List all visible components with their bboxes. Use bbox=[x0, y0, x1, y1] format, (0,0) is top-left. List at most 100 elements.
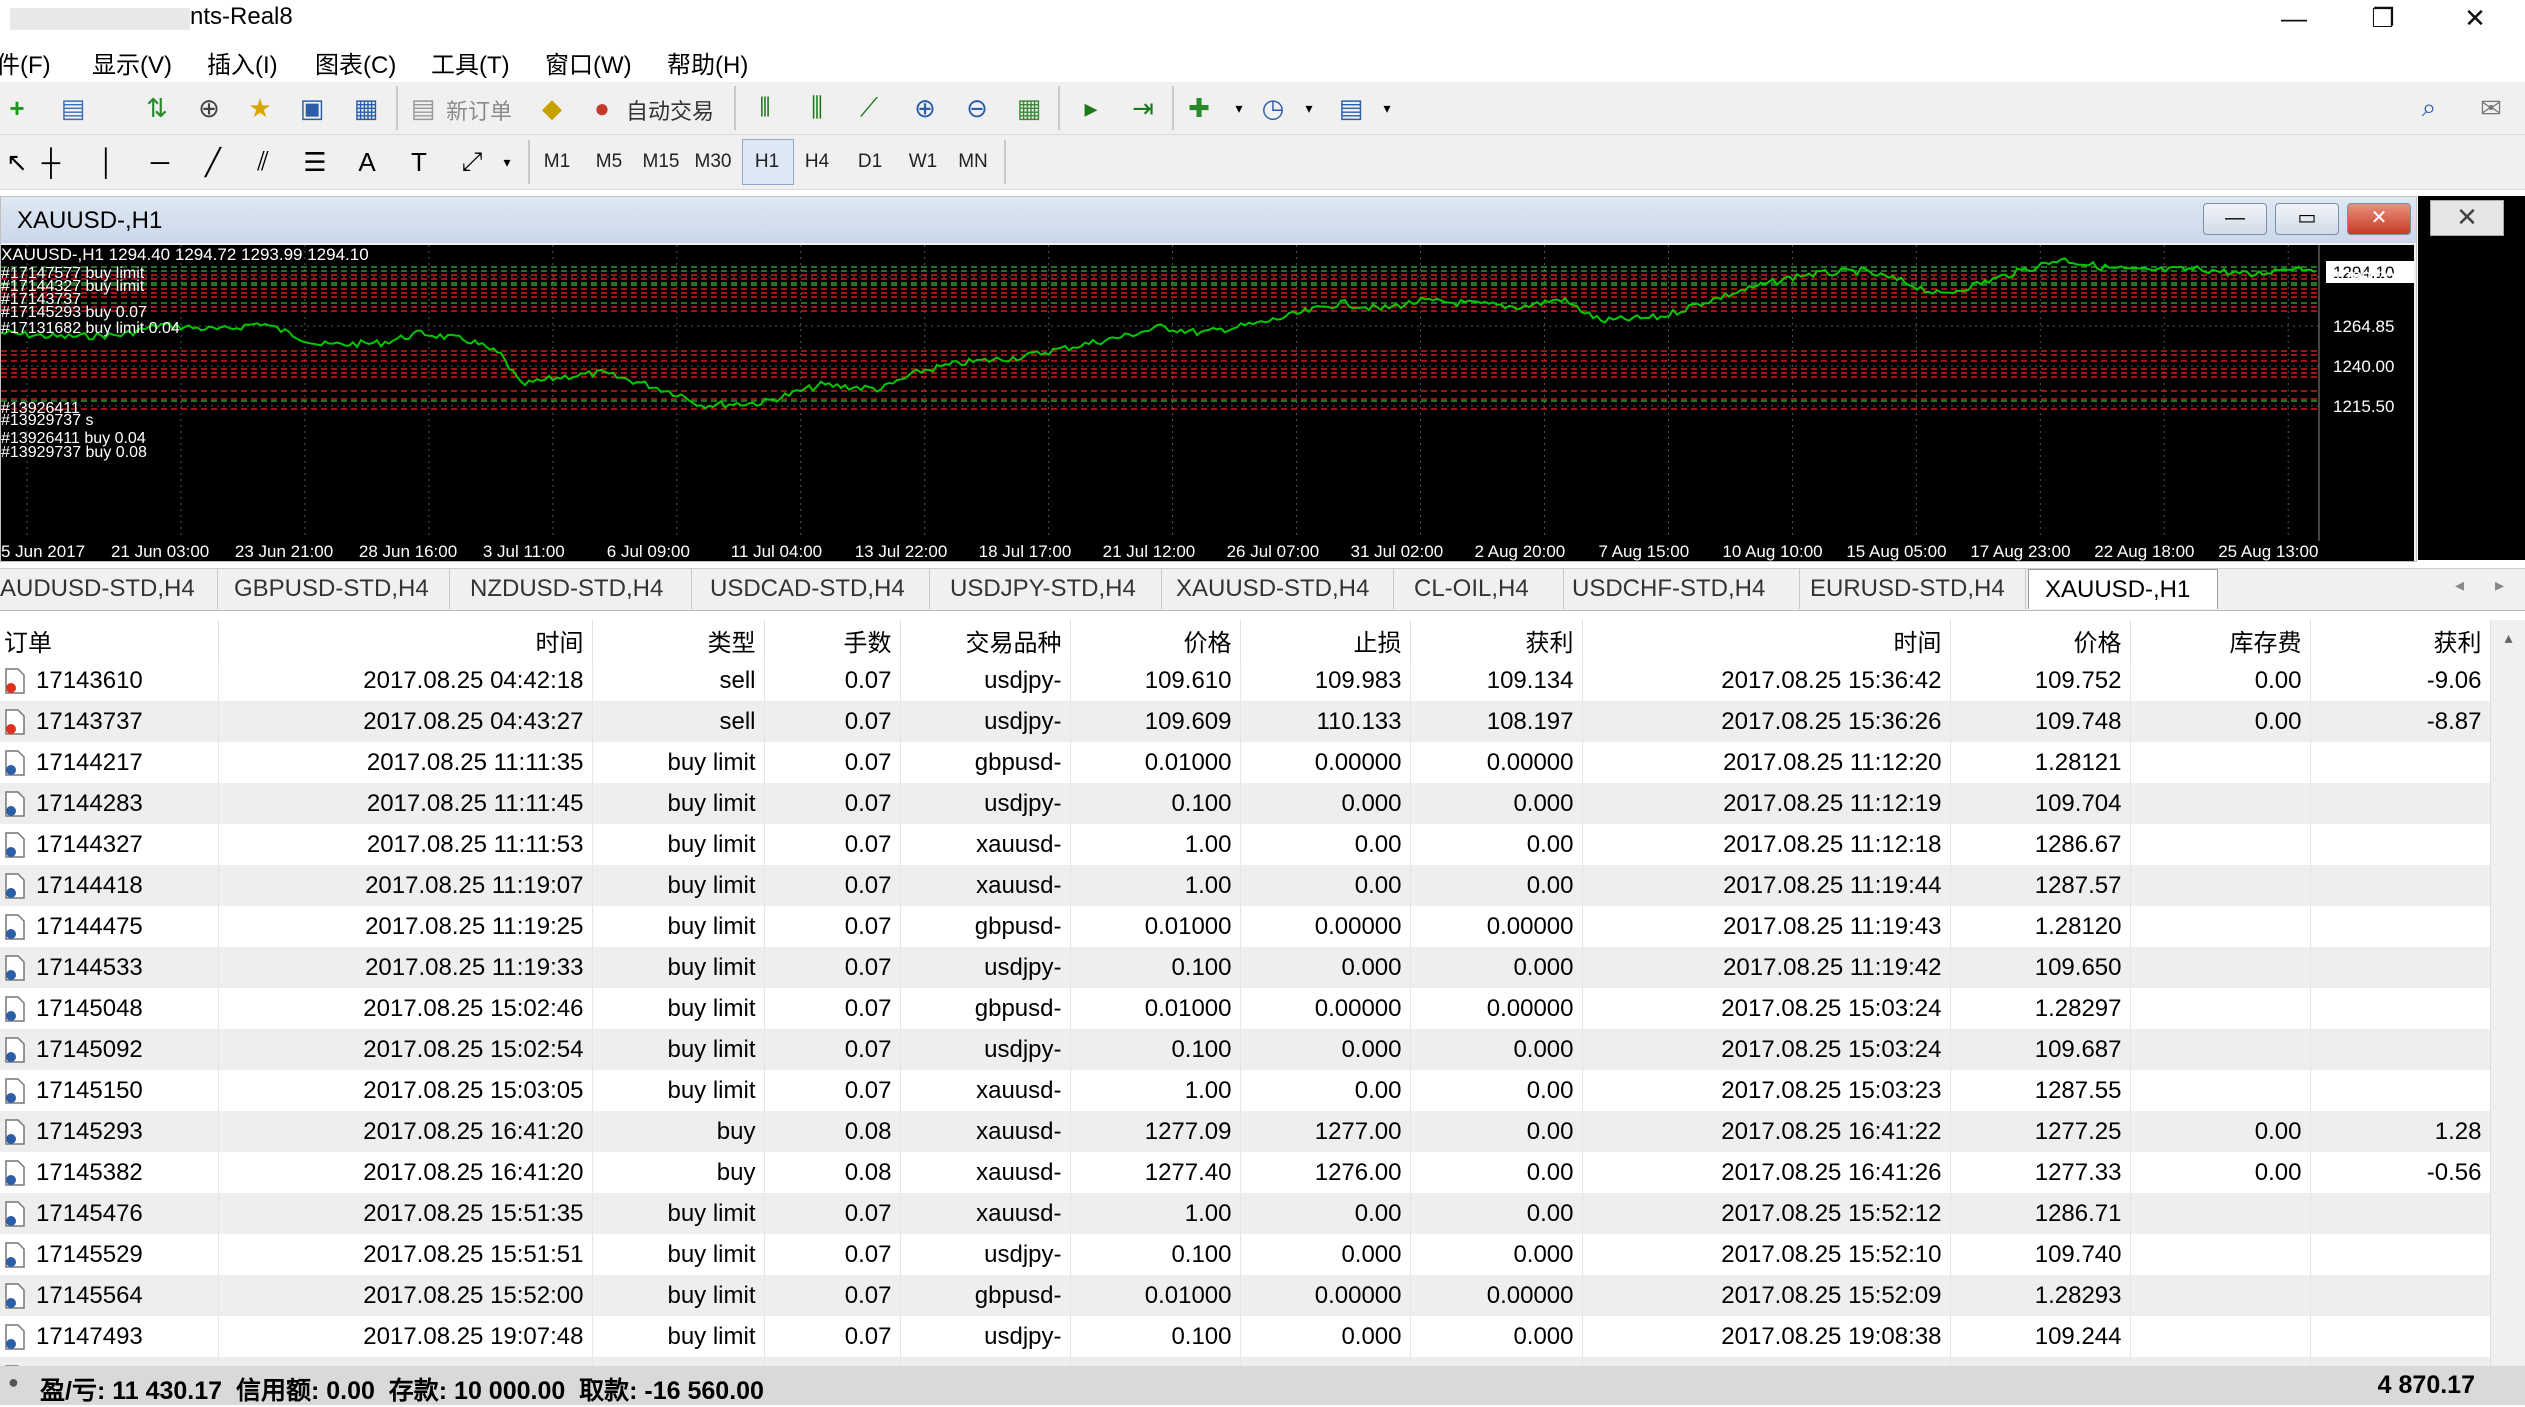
col-profit[interactable]: 获利 bbox=[2310, 620, 2491, 660]
tabs-scroll-right-icon[interactable]: ▸ bbox=[2495, 575, 2504, 596]
col-stop-loss[interactable]: 止损 bbox=[1240, 620, 1411, 660]
terminal-icon[interactable]: ▣ bbox=[295, 91, 329, 125]
col-open-price[interactable]: 价格 bbox=[1070, 620, 1241, 660]
menu-file[interactable]: 件(F) bbox=[0, 45, 51, 80]
tab-xauusd-std-h4[interactable]: XAUUSD-STD,H4 bbox=[1166, 569, 1394, 609]
menu-window[interactable]: 窗口(W) bbox=[545, 45, 632, 80]
new-order-icon[interactable]: ▤ bbox=[406, 91, 440, 125]
table-row[interactable]: 17144217 2017.08.25 11:11:35 buy limit 0.07… bbox=[0, 742, 2491, 783]
navigator-icon[interactable]: ★ bbox=[243, 91, 277, 125]
arrows-icon[interactable]: ⤢ bbox=[455, 145, 489, 179]
text-label-icon[interactable]: T bbox=[402, 145, 436, 179]
chart-close-button[interactable]: ✕ bbox=[2347, 203, 2411, 235]
auto-trading-button[interactable]: 自动交易 bbox=[626, 94, 714, 126]
trendline-icon[interactable]: ╱ bbox=[196, 145, 230, 179]
horizontal-line-icon[interactable]: ─ bbox=[143, 145, 177, 179]
price-chart[interactable]: XAUUSD-,H1 1294.40 1294.72 1293.99 1294.… bbox=[1, 245, 2414, 561]
new-chart-icon[interactable]: + bbox=[0, 91, 34, 125]
text-icon[interactable]: A bbox=[350, 145, 384, 179]
tab-usdcad-std-h4[interactable]: USDCAD-STD,H4 bbox=[700, 569, 930, 609]
profiles-icon[interactable]: ▤ bbox=[56, 91, 90, 125]
col-close-price[interactable]: 价格 bbox=[1950, 620, 2131, 660]
chart-minimize-button[interactable]: — bbox=[2203, 203, 2267, 235]
chevron-down-icon[interactable]: ▾ bbox=[1292, 91, 1326, 125]
table-row[interactable]: 17144327 2017.08.25 11:11:53 buy limit 0.07… bbox=[0, 824, 2491, 865]
strategy-tester-icon[interactable]: ▦ bbox=[349, 91, 383, 125]
chart-shift-icon[interactable]: ⇥ bbox=[1126, 91, 1160, 125]
tab-usdjpy-std-h4[interactable]: USDJPY-STD,H4 bbox=[940, 569, 1162, 609]
timeframe-d1[interactable]: D1 bbox=[848, 151, 892, 173]
table-row[interactable]: 17144533 2017.08.25 11:19:33 buy limit 0.07… bbox=[0, 947, 2491, 988]
tab-xauusd-h1[interactable]: XAUUSD-,H1 bbox=[2028, 569, 2218, 609]
col-symbol[interactable]: 交易品种 bbox=[900, 620, 1071, 660]
col-swap[interactable]: 库存费 bbox=[2130, 620, 2311, 660]
side-panel-close-button[interactable]: ✕ bbox=[2430, 200, 2504, 236]
col-open-time[interactable]: 时间 bbox=[218, 620, 593, 660]
vertical-line-icon[interactable]: │ bbox=[90, 145, 124, 179]
zoom-out-icon[interactable]: ⊖ bbox=[960, 91, 994, 125]
tab-nzdusd-std-h4[interactable]: NZDUSD-STD,H4 bbox=[460, 569, 692, 609]
col-close-time[interactable]: 时间 bbox=[1582, 620, 1951, 660]
data-window-icon[interactable]: ⊕ bbox=[192, 91, 226, 125]
maximize-button[interactable]: ❐ bbox=[2348, 0, 2418, 37]
timeframe-h4[interactable]: H4 bbox=[795, 151, 839, 173]
menu-charts[interactable]: 图表(C) bbox=[315, 45, 396, 80]
new-order-button[interactable]: 新订单 bbox=[446, 94, 512, 126]
table-row[interactable]: 17144283 2017.08.25 11:11:45 buy limit 0.07… bbox=[0, 783, 2491, 824]
timeframe-m15[interactable]: M15 bbox=[639, 151, 683, 173]
table-scrollbar[interactable]: ▴ bbox=[2490, 620, 2525, 1366]
col-order[interactable]: 订单 bbox=[0, 620, 219, 660]
menu-help[interactable]: 帮助(H) bbox=[667, 45, 748, 80]
line-chart-icon[interactable]: ⟋ bbox=[852, 91, 886, 125]
table-row[interactable]: 17147493 2017.08.25 19:07:48 buy limit 0.07… bbox=[0, 1316, 2491, 1357]
tab-gbpusd-std-h4[interactable]: GBPUSD-STD,H4 bbox=[224, 569, 450, 609]
close-button[interactable]: ✕ bbox=[2440, 0, 2510, 37]
chevron-down-icon[interactable]: ▾ bbox=[490, 145, 524, 179]
indicators-icon[interactable]: ✚ bbox=[1182, 91, 1216, 125]
templates-icon[interactable]: ▤ bbox=[1334, 91, 1368, 125]
meta-editor-icon[interactable]: ◆ bbox=[535, 91, 569, 125]
table-row[interactable]: 17145150 2017.08.25 15:03:05 buy limit 0.07… bbox=[0, 1070, 2491, 1111]
candlestick-icon[interactable]: ⫼ bbox=[800, 91, 834, 125]
timeframe-w1[interactable]: W1 bbox=[901, 151, 945, 173]
menu-tools[interactable]: 工具(T) bbox=[431, 45, 510, 80]
minimize-button[interactable]: — bbox=[2259, 0, 2329, 37]
table-row[interactable]: 17145048 2017.08.25 15:02:46 buy limit 0.07… bbox=[0, 988, 2491, 1029]
table-row[interactable]: 17145529 2017.08.25 15:51:51 buy limit 0.07… bbox=[0, 1234, 2491, 1275]
table-row[interactable]: 17144418 2017.08.25 11:19:07 buy limit 0.07… bbox=[0, 865, 2491, 906]
table-row[interactable]: 17143610 2017.08.25 04:42:18 sell 0.07 usdjp… bbox=[0, 660, 2491, 701]
table-row[interactable]: 17145564 2017.08.25 15:52:00 buy limit 0.07… bbox=[0, 1275, 2491, 1316]
tab-usdchf-std-h4[interactable]: USDCHF-STD,H4 bbox=[1562, 569, 1800, 609]
search-icon[interactable]: ⌕ bbox=[2412, 91, 2446, 125]
bar-chart-icon[interactable]: ⫴ bbox=[748, 91, 782, 125]
chevron-down-icon[interactable]: ▾ bbox=[1222, 91, 1256, 125]
zoom-in-icon[interactable]: ⊕ bbox=[908, 91, 942, 125]
auto-scroll-icon[interactable]: ▸ bbox=[1074, 91, 1108, 125]
table-row[interactable]: 17145476 2017.08.25 15:51:35 buy limit 0.07… bbox=[0, 1193, 2491, 1234]
table-row[interactable]: 17145382 2017.08.25 16:41:20 buy 0.08 xauusd… bbox=[0, 1152, 2491, 1193]
tab-audusd-std-h4[interactable]: AUDUSD-STD,H4 bbox=[0, 569, 218, 609]
timeframe-m30[interactable]: M30 bbox=[691, 151, 735, 173]
table-row[interactable]: 17143737 2017.08.25 04:43:27 sell 0.07 usdjp… bbox=[0, 701, 2491, 742]
chat-icon[interactable]: ✉ bbox=[2474, 91, 2508, 125]
timeframe-m1[interactable]: M1 bbox=[535, 151, 579, 173]
table-row[interactable]: 17144475 2017.08.25 11:19:25 buy limit 0.07… bbox=[0, 906, 2491, 947]
chevron-down-icon[interactable]: ▾ bbox=[1370, 91, 1404, 125]
table-row[interactable]: 17145293 2017.08.25 16:41:20 buy 0.08 xauusd… bbox=[0, 1111, 2491, 1152]
col-type[interactable]: 类型 bbox=[592, 620, 765, 660]
timeframe-m5[interactable]: M5 bbox=[587, 151, 631, 173]
fibonacci-icon[interactable]: ☰ bbox=[298, 145, 332, 179]
menu-insert[interactable]: 插入(I) bbox=[207, 45, 278, 80]
market-watch-icon[interactable]: ⇅ bbox=[140, 91, 174, 125]
menu-view[interactable]: 显示(V) bbox=[92, 45, 172, 80]
tile-windows-icon[interactable]: ▦ bbox=[1012, 91, 1046, 125]
timeframe-h1[interactable]: H1 bbox=[745, 151, 789, 173]
col-take-profit[interactable]: 获利 bbox=[1410, 620, 1583, 660]
equidistant-channel-icon[interactable]: ⫽ bbox=[246, 145, 280, 179]
tab-cl-oil-h4[interactable]: CL-OIL,H4 bbox=[1404, 569, 1564, 609]
chart-restore-button[interactable]: ▭ bbox=[2275, 203, 2339, 235]
cursor-icon[interactable]: ↖ bbox=[0, 145, 34, 179]
col-lots[interactable]: 手数 bbox=[764, 620, 901, 660]
table-row[interactable]: 17145092 2017.08.25 15:02:54 buy limit 0.07… bbox=[0, 1029, 2491, 1070]
timeframe-mn[interactable]: MN bbox=[951, 151, 995, 173]
